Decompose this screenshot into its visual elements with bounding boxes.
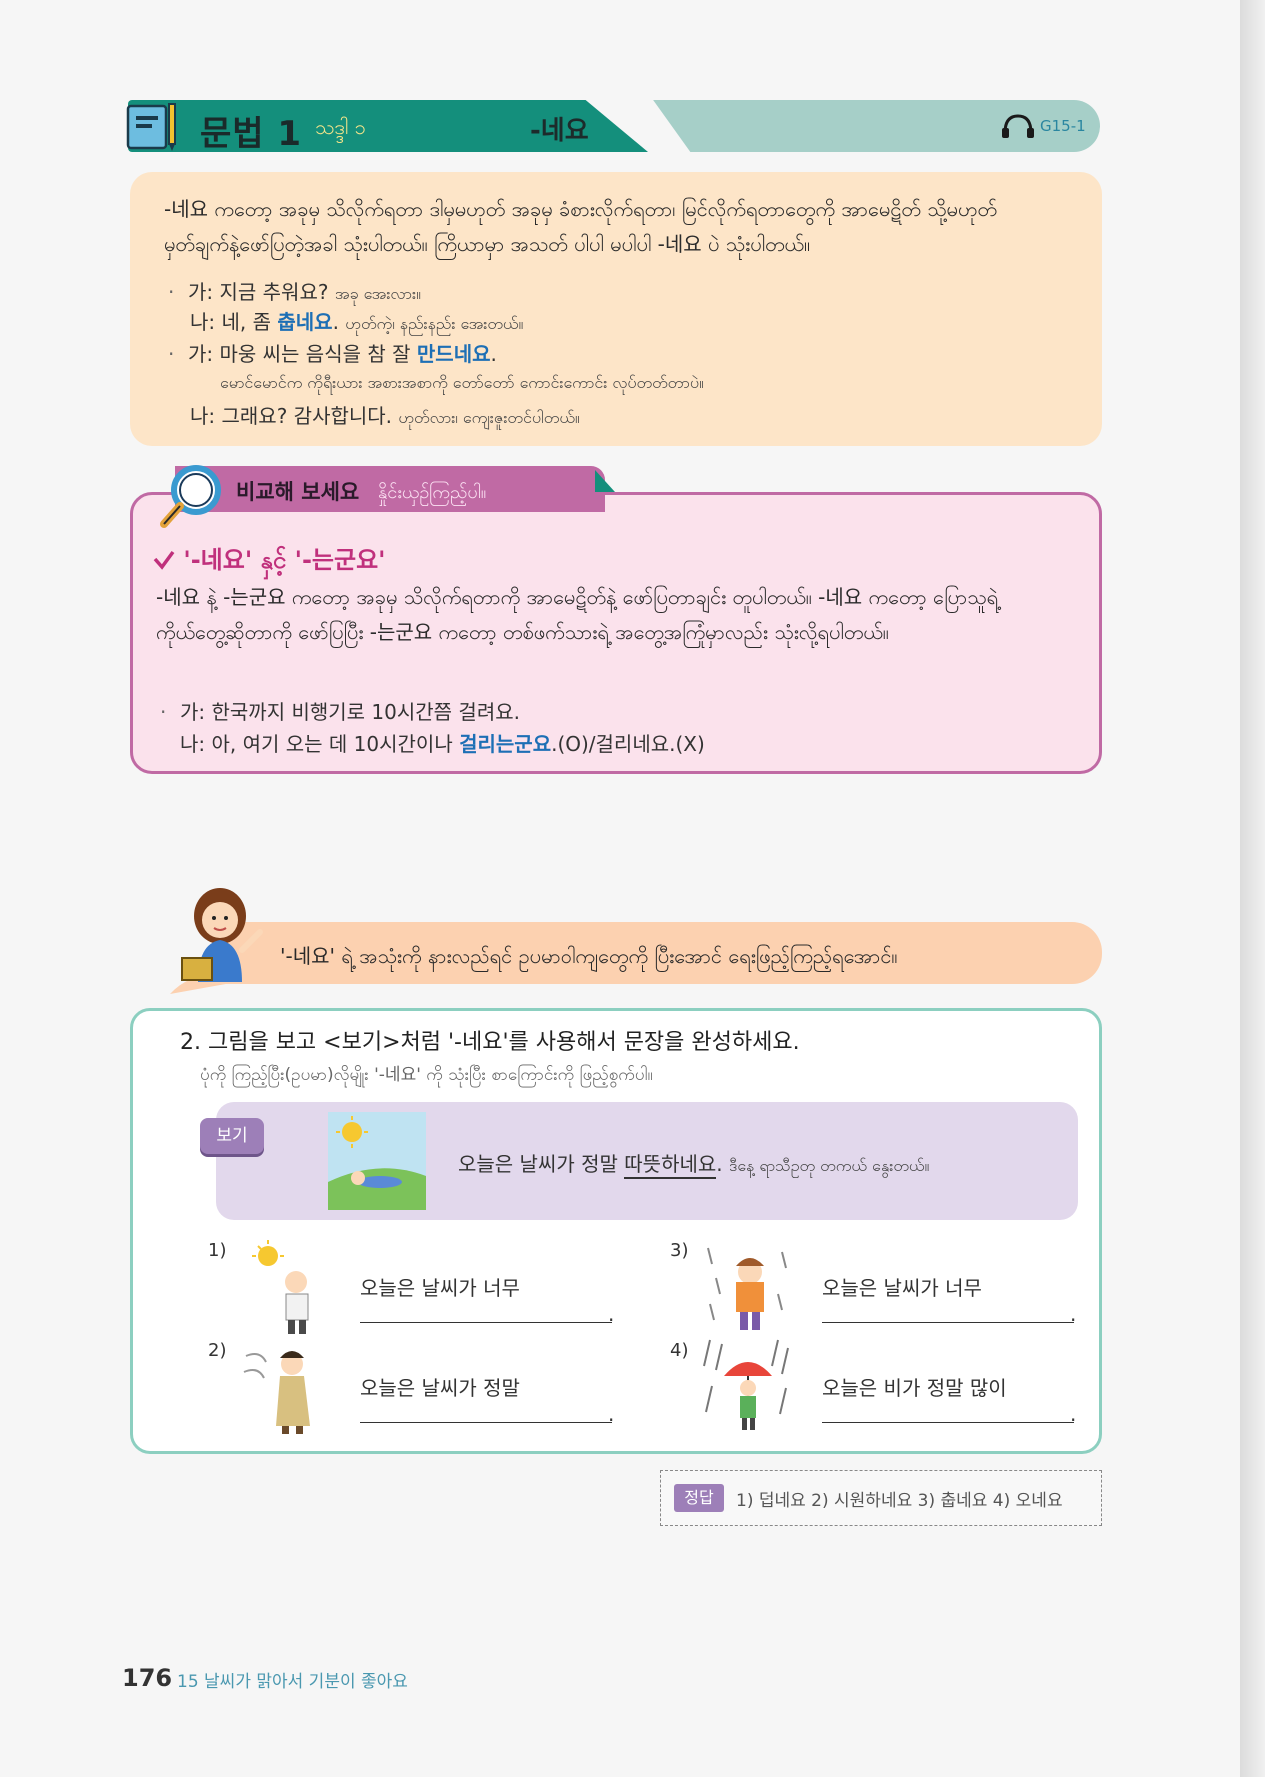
windy-weather-illustration — [243, 1351, 310, 1434]
checkmark-icon — [153, 550, 175, 570]
item-period: . — [1070, 1302, 1077, 1326]
teacher-illustration — [170, 888, 263, 994]
compare-tab-translation: နှိုင်းယှဉ်ကြည့်ပါ။ — [378, 482, 487, 503]
item-period: . — [608, 1402, 615, 1426]
headphones-icon[interactable] — [1001, 113, 1035, 139]
item-period: . — [608, 1302, 615, 1326]
item-period: . — [1070, 1402, 1077, 1426]
item-number: 1) — [208, 1240, 227, 1261]
chapter-title: 15 날씨가 맑아서 기분이 좋아요 — [177, 1672, 408, 1692]
item-number: 4) — [670, 1340, 689, 1361]
exercise-question: 2. 그림을 보고 <보기>처럼 '-네요'를 사용해서 문장을 완성하세요. — [180, 1030, 800, 1055]
example-line-2a-translation: မောင်မောင်က ကိုရီးယား အစားအစာကို တော်တော… — [220, 373, 704, 392]
item-sentence: 오늘은 날씨가 너무 — [360, 1276, 520, 1300]
rainy-weather-illustration — [703, 1339, 789, 1430]
highlight-word: 만드네요 — [416, 342, 491, 366]
grammar-subtitle: သဒ္ဒါ ၁ — [315, 115, 366, 139]
compare-paragraph: -네요 နဲ့ -는군요 ကတော့ အခုမှ သိလိုက်ရတာကို အ… — [156, 585, 999, 644]
grammar-title: 문법 1 — [200, 114, 303, 154]
answer-blank[interactable] — [822, 1322, 1074, 1323]
page-edge — [1240, 0, 1265, 1777]
grammar-pattern: -네요 — [530, 116, 589, 146]
answer-key-label: 정답 — [674, 1484, 724, 1512]
instruction-banner-text: '-네요' ရဲ့ အသုံးကို နားလည်ရင် ဥပမာဝါကျတွေ… — [280, 944, 898, 968]
example-line-2b: 나: 그래요? 감사합니다. ဟုတ်လား၊ ကျေးဇူးတင်ပါတယ်။ — [190, 404, 580, 428]
hot-weather-illustration — [252, 1240, 309, 1334]
compare-example-b: 나: 아, 여기 오는 데 10시간이나 걸리는군요.(O)/걸리네요.(X) — [180, 732, 705, 756]
compare-example-a: · 가: 한국까지 비행기로 10시간쯤 걸려요. — [160, 700, 520, 724]
notebook-pencil-icon — [126, 103, 176, 151]
answer-blank[interactable] — [360, 1422, 612, 1423]
answer-blank[interactable] — [822, 1422, 1074, 1423]
compare-tab-title: 비교해 보세요 — [236, 480, 360, 504]
exercise-question-translation: ပုံကို ကြည့်ပြီး(ဥပမာ)လိုမျိုး '-네요' ကို… — [200, 1065, 653, 1085]
answer-key-text: 1) 덥네요 2) 시원하네요 3) 춥네요 4) 오네요 — [736, 1491, 1063, 1511]
example-label: 보기 — [200, 1118, 264, 1154]
cold-weather-illustration — [707, 1247, 787, 1330]
highlight-word: 걸리는군요 — [459, 732, 552, 756]
example-line-1b: 나: 네, 좀 춥네요. ဟုတ်ကဲ့၊ နည်းနည်း အေးတယ်။ — [190, 310, 524, 334]
magnifier-icon — [160, 465, 221, 528]
audio-code[interactable]: G15-1 — [1040, 117, 1086, 135]
item-number: 3) — [670, 1240, 689, 1261]
compare-heading: '-네요' နှင့် '-는군요' — [153, 540, 386, 580]
explanation-paragraph: -네요 ကတော့ အခုမှ သိလိုက်ရတာ ဒါမှမဟုတ် အခု… — [164, 197, 998, 256]
item-sentence: 오늘은 날씨가 정말 — [360, 1376, 520, 1400]
example-line-2a: · 가: 마웅 씨는 음식을 참 잘 만드네요. — [168, 342, 497, 366]
highlight-word: 춥네요 — [277, 310, 333, 334]
sunny-day-illustration — [328, 1112, 426, 1210]
grammar-header: 문법 1 သဒ္ဒါ ၁ -네요 G15-1 — [126, 100, 1100, 154]
item-number: 2) — [208, 1340, 227, 1361]
page-number: 176 — [122, 1664, 173, 1692]
example-line-1a: · 가: 지금 추워요? အခု အေးလား။ — [168, 280, 421, 304]
answer-blank[interactable] — [360, 1322, 612, 1323]
example-sentence: 오늘은 날씨가 정말 따뜻하네요. ဒီနေ့ ရာသီဥတု တကယ် နွေ… — [458, 1148, 929, 1179]
item-sentence: 오늘은 날씨가 너무 — [822, 1276, 982, 1300]
item-sentence: 오늘은 비가 정말 많이 — [822, 1376, 1007, 1400]
